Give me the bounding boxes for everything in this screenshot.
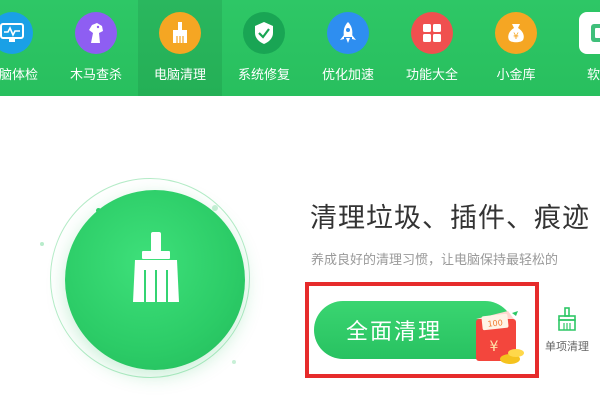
envelope-badge-text: 100	[487, 318, 503, 329]
broom-icon	[159, 12, 201, 54]
monitor-pulse-icon	[0, 12, 33, 54]
nav-item-computer-clean[interactable]: 电脑清理	[138, 0, 222, 96]
decorative-dot	[232, 360, 236, 364]
svg-text:¥: ¥	[513, 32, 519, 42]
nav-label: 电脑清理	[153, 68, 206, 83]
clean-hero-circle	[65, 190, 245, 370]
grid-icon	[411, 12, 453, 54]
nav-label: 软件	[586, 68, 600, 83]
nav-label: 小金库	[496, 68, 536, 83]
red-envelope-icon[interactable]: 100 ¥	[472, 307, 526, 367]
nav-item-trojan-scan[interactable]: 木马查杀	[54, 0, 138, 96]
nav-item-small-vault[interactable]: ¥ 小金库	[474, 0, 558, 96]
nav-label: 系统修复	[237, 68, 290, 83]
nav-item-software[interactable]: 软件	[558, 0, 600, 96]
decorative-dot	[40, 242, 44, 246]
nav-item-feature-center[interactable]: 功能大全	[390, 0, 474, 96]
nav-label: 电脑体检	[0, 68, 38, 83]
shield-check-icon	[243, 12, 285, 54]
nav-label: 功能大全	[405, 68, 458, 83]
horse-icon	[75, 12, 117, 54]
single-clean-label: 单项清理	[545, 340, 589, 353]
brush-icon	[133, 232, 179, 302]
nav-item-system-repair[interactable]: 系统修复	[222, 0, 306, 96]
money-bag-icon: ¥	[495, 12, 537, 54]
nav-item-computer-checkup[interactable]: 电脑体检	[0, 0, 54, 96]
software-box-icon	[579, 12, 600, 54]
nav-item-optimize-speedup[interactable]: 优化加速	[306, 0, 390, 96]
envelope-yuan-symbol: ¥	[490, 339, 499, 355]
page-headline: 清理垃圾、插件、痕迹	[310, 203, 590, 234]
single-item-clean[interactable]: 单项清理	[540, 306, 594, 354]
single-clean-broom-icon	[558, 307, 576, 331]
page-subtext: 养成良好的清理习惯，让电脑保持最轻松的	[311, 253, 559, 268]
app-window: 电脑体检 木马查杀 电脑清理 系统修复 优化加速	[0, 0, 600, 410]
nav-label: 木马查杀	[69, 68, 122, 83]
top-toolbar: 电脑体检 木马查杀 电脑清理 系统修复 优化加速	[0, 0, 600, 96]
rocket-icon	[327, 12, 369, 54]
nav-label: 优化加速	[321, 68, 374, 83]
